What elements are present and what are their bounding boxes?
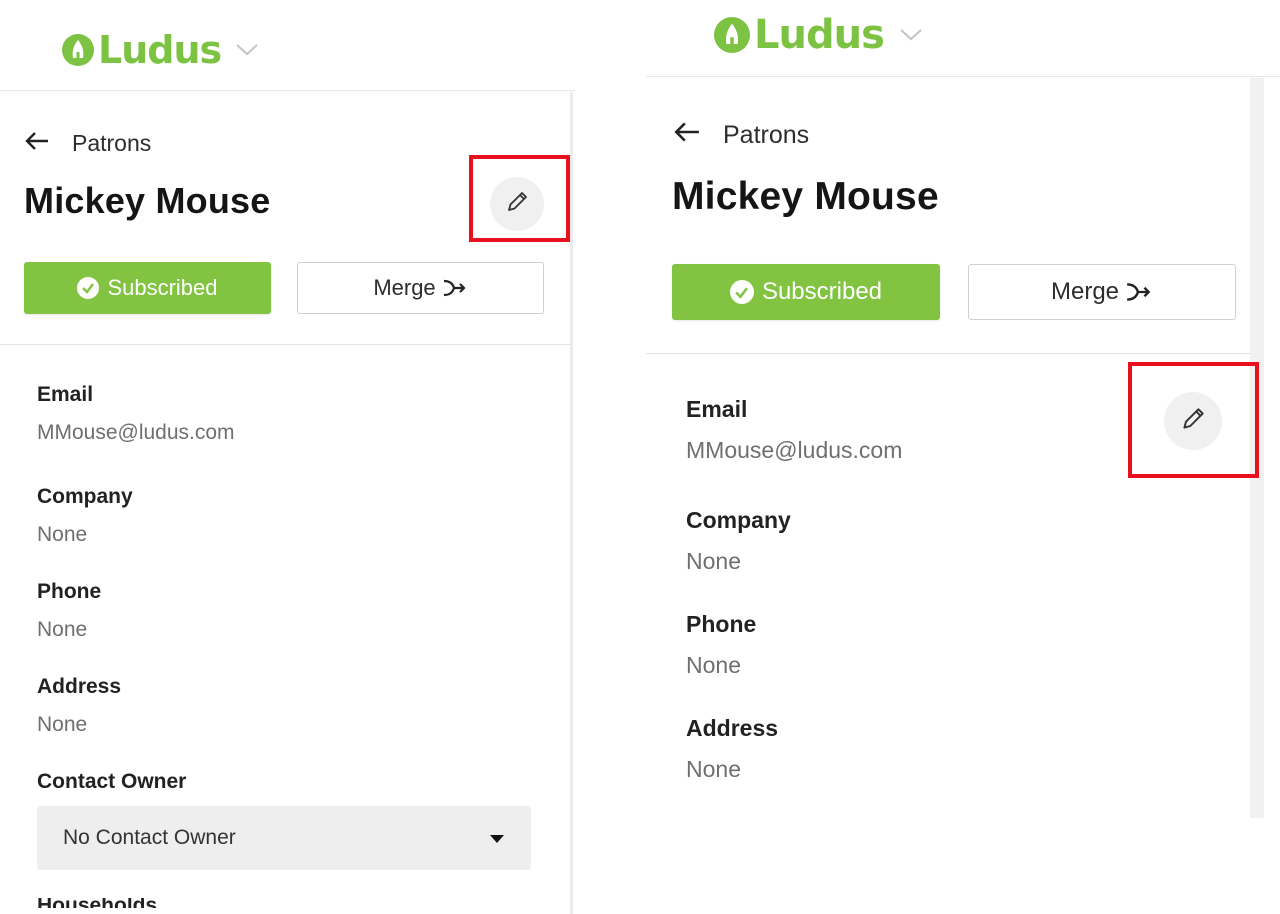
address-label: Address xyxy=(686,715,779,741)
subscribed-button[interactable]: Subscribed xyxy=(24,262,271,314)
brand-logo[interactable]: Ludus xyxy=(714,12,924,58)
panel-divider xyxy=(570,92,573,914)
address-value: None xyxy=(686,756,741,782)
merge-button[interactable]: Merge xyxy=(297,262,544,314)
merge-icon xyxy=(1125,282,1153,302)
subscribed-label: Subscribed xyxy=(107,275,218,300)
page-title: Mickey Mouse xyxy=(672,175,939,218)
contact-owner-selected: No Contact Owner xyxy=(63,826,236,849)
header-divider xyxy=(0,90,575,91)
highlight-box xyxy=(1128,362,1259,478)
right-patron-panel: Ludus Patrons Mickey Mouse Subscribed Me… xyxy=(646,0,1280,914)
company-label: Company xyxy=(686,507,791,533)
chevron-down-icon[interactable] xyxy=(235,43,259,57)
back-link-label: Patrons xyxy=(723,121,810,149)
check-circle-icon xyxy=(77,277,100,299)
email-value: MMouse@ludus.com xyxy=(37,421,235,444)
subscribed-label: Subscribed xyxy=(761,278,883,305)
company-value: None xyxy=(686,548,741,574)
address-label: Address xyxy=(37,675,122,698)
merge-label: Merge xyxy=(373,275,436,300)
section-divider xyxy=(0,344,570,345)
merge-icon xyxy=(442,279,468,297)
check-circle-icon xyxy=(729,280,754,304)
email-value: MMouse@ludus.com xyxy=(686,437,903,463)
subscribed-button[interactable]: Subscribed xyxy=(672,264,940,320)
header-divider xyxy=(646,76,1280,77)
caret-down-icon xyxy=(489,826,505,850)
address-value: None xyxy=(37,713,88,736)
phone-label: Phone xyxy=(37,580,102,603)
chevron-down-icon[interactable] xyxy=(898,28,924,42)
merge-button[interactable]: Merge xyxy=(968,264,1236,320)
contact-owner-label: Contact Owner xyxy=(37,770,187,793)
logo-wordmark: Ludus xyxy=(754,12,885,58)
phone-value: None xyxy=(686,652,741,678)
contact-owner-select[interactable]: No Contact Owner xyxy=(37,806,531,870)
left-patron-panel: Ludus Patrons Mickey Mouse Subscribed Me… xyxy=(0,0,575,914)
households-label: Households xyxy=(37,898,157,908)
company-value: None xyxy=(37,523,88,546)
email-label: Email xyxy=(37,383,94,406)
logo-wordmark: Ludus xyxy=(98,28,222,72)
merge-label: Merge xyxy=(1050,278,1120,305)
section-divider xyxy=(646,353,1250,354)
phone-label: Phone xyxy=(686,611,757,637)
email-label: Email xyxy=(686,396,748,422)
company-label: Company xyxy=(37,485,133,508)
back-link-label: Patrons xyxy=(72,130,152,156)
arrow-left-icon xyxy=(673,121,701,150)
back-link[interactable]: Patrons xyxy=(673,121,809,150)
logo-icon xyxy=(62,34,94,66)
phone-value: None xyxy=(37,618,88,641)
brand-logo[interactable]: Ludus xyxy=(62,28,259,72)
arrow-left-icon xyxy=(24,130,50,157)
page-title: Mickey Mouse xyxy=(24,180,271,221)
highlight-box xyxy=(469,155,570,242)
back-link[interactable]: Patrons xyxy=(24,130,151,157)
logo-icon xyxy=(714,17,750,53)
